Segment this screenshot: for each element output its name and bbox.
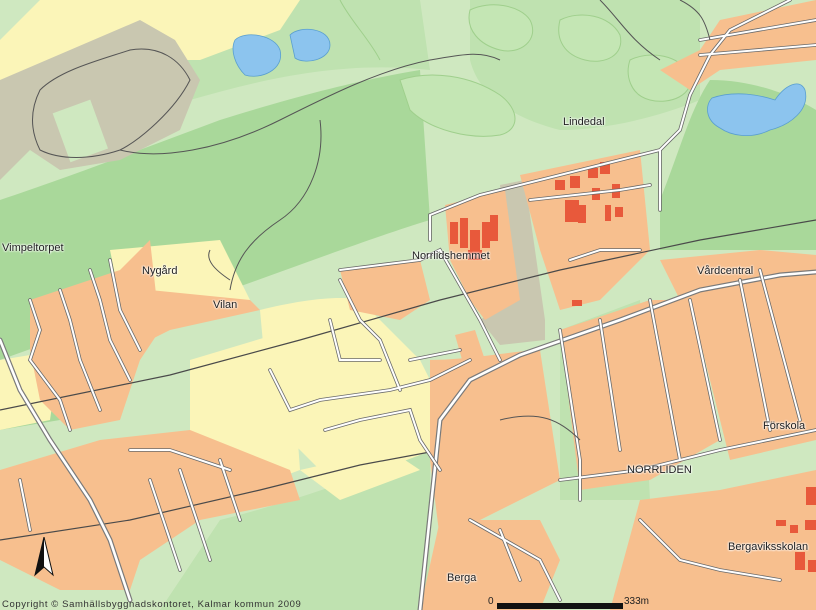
label-vimpeltorpet[interactable]: Vimpeltorpet (2, 242, 64, 254)
label-bergaviksskolan[interactable]: Bergaviksskolan (728, 541, 808, 553)
scale-bar-start-label: 0 (488, 596, 494, 607)
label-norrliden[interactable]: NORRLIDEN (627, 464, 692, 476)
label-berga[interactable]: Berga (447, 572, 476, 584)
label-norrlidshemmet[interactable]: Norrlidshemmet (412, 250, 490, 262)
copyright-text: Copyright © Samhällsbyggnadskontoret, Ka… (2, 599, 302, 610)
label-nygard[interactable]: Nygård (142, 265, 177, 277)
north-arrow-icon (33, 537, 55, 577)
label-vilan[interactable]: Vilan (213, 299, 237, 311)
label-vardcentral[interactable]: Vårdcentral (697, 265, 753, 277)
map-canvas[interactable] (0, 0, 816, 610)
map-view[interactable]: Lindedal Vimpeltorpet Nygård Vilan Norrl… (0, 0, 816, 610)
scale-bar-end-label: 333m (624, 596, 650, 607)
scale-bar-graphic (497, 603, 623, 609)
scale-bar: 0 333m (488, 596, 658, 610)
label-lindedal[interactable]: Lindedal (563, 116, 605, 128)
label-forskola[interactable]: Förskola (763, 420, 805, 432)
